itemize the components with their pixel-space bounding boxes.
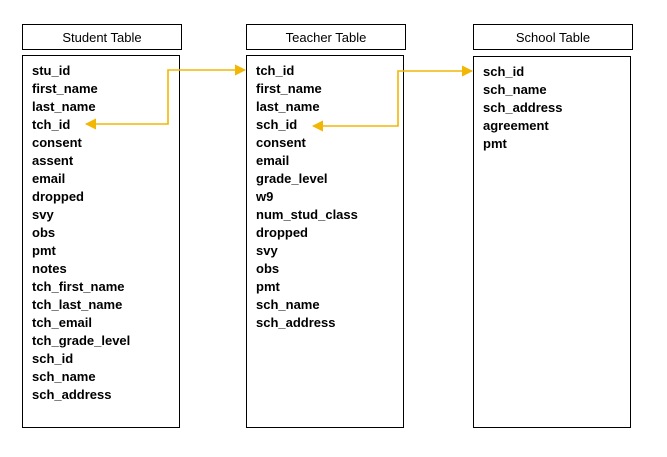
- student-field-stu-id: stu_id: [32, 63, 71, 78]
- teacher-field-sch-id: sch_id: [256, 117, 298, 132]
- student-field-sch-name: sch_name: [32, 369, 96, 384]
- student-field-consent: consent: [32, 135, 82, 150]
- school-field-pmt: pmt: [483, 136, 507, 151]
- teacher-field-num-stud-class: num_stud_class: [256, 207, 358, 222]
- student-field-assent: assent: [32, 153, 74, 168]
- student-field-last-name: last_name: [32, 99, 96, 114]
- school-table-title: School Table: [515, 29, 591, 45]
- teacher-field-last-name: last_name: [256, 99, 320, 114]
- teacher-field-first-name: first_name: [256, 81, 322, 96]
- student-table-title: Student Table: [62, 29, 142, 45]
- student-field-sch-id: sch_id: [32, 351, 74, 366]
- school-field-agreement: agreement: [483, 118, 549, 133]
- teacher-field-consent: consent: [256, 135, 306, 150]
- student-field-notes: notes: [32, 261, 67, 276]
- student-field-tch-id: tch_id: [32, 117, 71, 132]
- teacher-field-grade-level: grade_level: [256, 171, 328, 186]
- teacher-field-tch-id: tch_id: [256, 63, 295, 78]
- school-field-sch-id: sch_id: [483, 64, 525, 79]
- student-field-pmt: pmt: [32, 243, 56, 258]
- student-field-dropped: dropped: [32, 189, 84, 204]
- student-field-tch-grade-level: tch_grade_level: [32, 333, 131, 348]
- teacher-table-header: Teacher Table: [246, 24, 406, 50]
- student-field-sch-address: sch_address: [32, 387, 112, 402]
- student-table-header: Student Table: [22, 24, 182, 50]
- student-field-tch-first-name: tch_first_name: [32, 279, 125, 294]
- teacher-field-sch-name: sch_name: [256, 297, 320, 312]
- student-field-email: email: [32, 171, 66, 186]
- school-table-body: sch_id sch_name sch_address agreement pmt: [473, 56, 631, 428]
- teacher-field-list: tch_id first_name last_name sch_idconsent em…: [256, 62, 358, 332]
- teacher-field-sch-address: sch_address: [256, 315, 336, 330]
- teacher-field-obs: obs: [256, 261, 280, 276]
- student-table-body: stu_id first_name last_name tch_idconsent as…: [22, 55, 180, 428]
- teacher-field-email: email: [256, 153, 290, 168]
- student-field-svy: svy: [32, 207, 54, 222]
- student-field-first-name: first_name: [32, 81, 98, 96]
- teacher-field-svy: svy: [256, 243, 278, 258]
- teacher-table-title: Teacher Table: [285, 29, 367, 45]
- student-field-obs: obs: [32, 225, 56, 240]
- school-table-header: School Table: [473, 24, 633, 50]
- teacher-field-dropped: dropped: [256, 225, 308, 240]
- student-field-tch-last-name: tch_last_name: [32, 297, 123, 312]
- teacher-table-body: tch_id first_name last_name sch_idconsent em…: [246, 55, 404, 428]
- teacher-field-pmt: pmt: [256, 279, 280, 294]
- school-field-sch-address: sch_address: [483, 100, 563, 115]
- teacher-field-w9: w9: [256, 189, 274, 204]
- student-field-list: stu_id first_name last_name tch_idconsent as…: [32, 62, 130, 404]
- school-field-sch-name: sch_name: [483, 82, 547, 97]
- student-field-tch-email: tch_email: [32, 315, 92, 330]
- school-field-list: sch_id sch_name sch_address agreement pmt: [483, 63, 563, 153]
